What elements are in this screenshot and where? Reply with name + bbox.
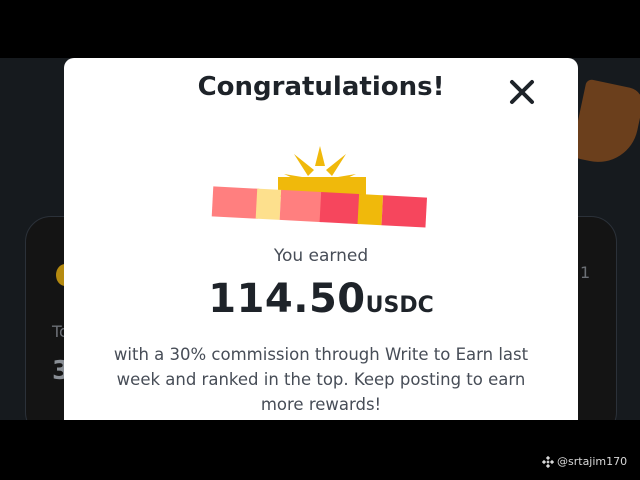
watermark: @srtajim170	[542, 455, 627, 468]
binance-logo-icon	[542, 455, 554, 468]
amount-value: 114.50	[208, 276, 366, 322]
modal-title: Congratulations!	[197, 72, 445, 102]
gift-icon	[211, 146, 428, 228]
background-card-count: 1	[580, 263, 591, 282]
reward-modal: Congratulations! You earned 114.50USDC w…	[64, 58, 578, 420]
watermark-text: @srtajim170	[557, 455, 628, 468]
amount-currency: USDC	[365, 293, 434, 318]
earned-amount: 114.50USDC	[64, 276, 578, 322]
reward-message: with a 30% commission through Write to E…	[113, 345, 529, 414]
earned-label: You earned	[273, 246, 369, 266]
screen: To 3 1 Congratulations! You earned 114.5…	[0, 0, 640, 480]
close-button[interactable]	[508, 78, 536, 106]
bottom-letterbox	[0, 420, 640, 480]
close-icon	[510, 80, 534, 104]
